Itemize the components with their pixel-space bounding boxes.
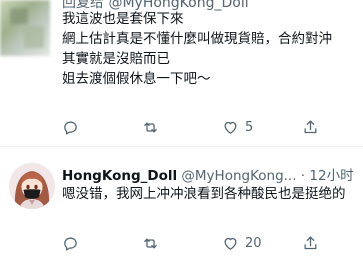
tweet-line: 姐去渡個假休息一下吧～ (62, 71, 211, 87)
display-name[interactable]: HongKong_Doll (62, 168, 177, 184)
share-icon (304, 235, 317, 249)
divider (0, 146, 363, 147)
like-button[interactable]: 5 (222, 119, 253, 136)
reply-icon (64, 237, 77, 251)
reply-button[interactable] (62, 235, 85, 252)
like-icon (224, 237, 237, 250)
tweet-line: 其實就是沒賠而已 (62, 51, 170, 67)
share-button[interactable] (302, 119, 319, 136)
like-count: 20 (245, 235, 262, 251)
tweet-text: 我這波也是套保下來 網上估計真是不懂什麼叫做現貨賠，合約對沖 其實就是沒賠而已 … (62, 9, 352, 89)
like-count: 5 (245, 119, 254, 135)
avatar[interactable] (0, 0, 50, 56)
tweet-reply-1[interactable]: 回复给 @MyHongKong_Doll 我這波也是套保下來 網上估計真是不懂什… (0, 0, 363, 142)
twitter-thread: 回复给 @MyHongKong_Doll 我這波也是套保下來 網上估計真是不懂什… (0, 0, 363, 261)
reply-button[interactable] (62, 119, 85, 136)
retweet-button[interactable] (142, 235, 165, 252)
like-icon (224, 121, 237, 134)
reply-icon (64, 121, 77, 135)
tweet-text: 嗯没错，我网上冲冲浪看到各种酸民也是挺绝的 (62, 186, 346, 202)
doll-avatar-icon (9, 163, 55, 209)
retweet-icon (144, 238, 157, 248)
like-button[interactable]: 20 (222, 235, 262, 252)
tweet-actions: 20 (62, 233, 352, 253)
retweet-button[interactable] (142, 119, 165, 136)
avatar[interactable] (9, 163, 55, 209)
tweet-actions: 5 (62, 117, 352, 137)
tweet-line: 網上估計真是不懂什麼叫做現貨賠，合約對沖 (62, 31, 332, 47)
share-icon (304, 119, 317, 133)
share-button[interactable] (302, 235, 319, 252)
handle-time[interactable]: @MyHongKong... · 12小时 (181, 168, 353, 184)
retweet-icon (144, 122, 157, 132)
tweet-header: HongKong_Doll @MyHongKong... · 12小时 (62, 164, 354, 184)
tweet-line: 我這波也是套保下來 (62, 11, 184, 27)
